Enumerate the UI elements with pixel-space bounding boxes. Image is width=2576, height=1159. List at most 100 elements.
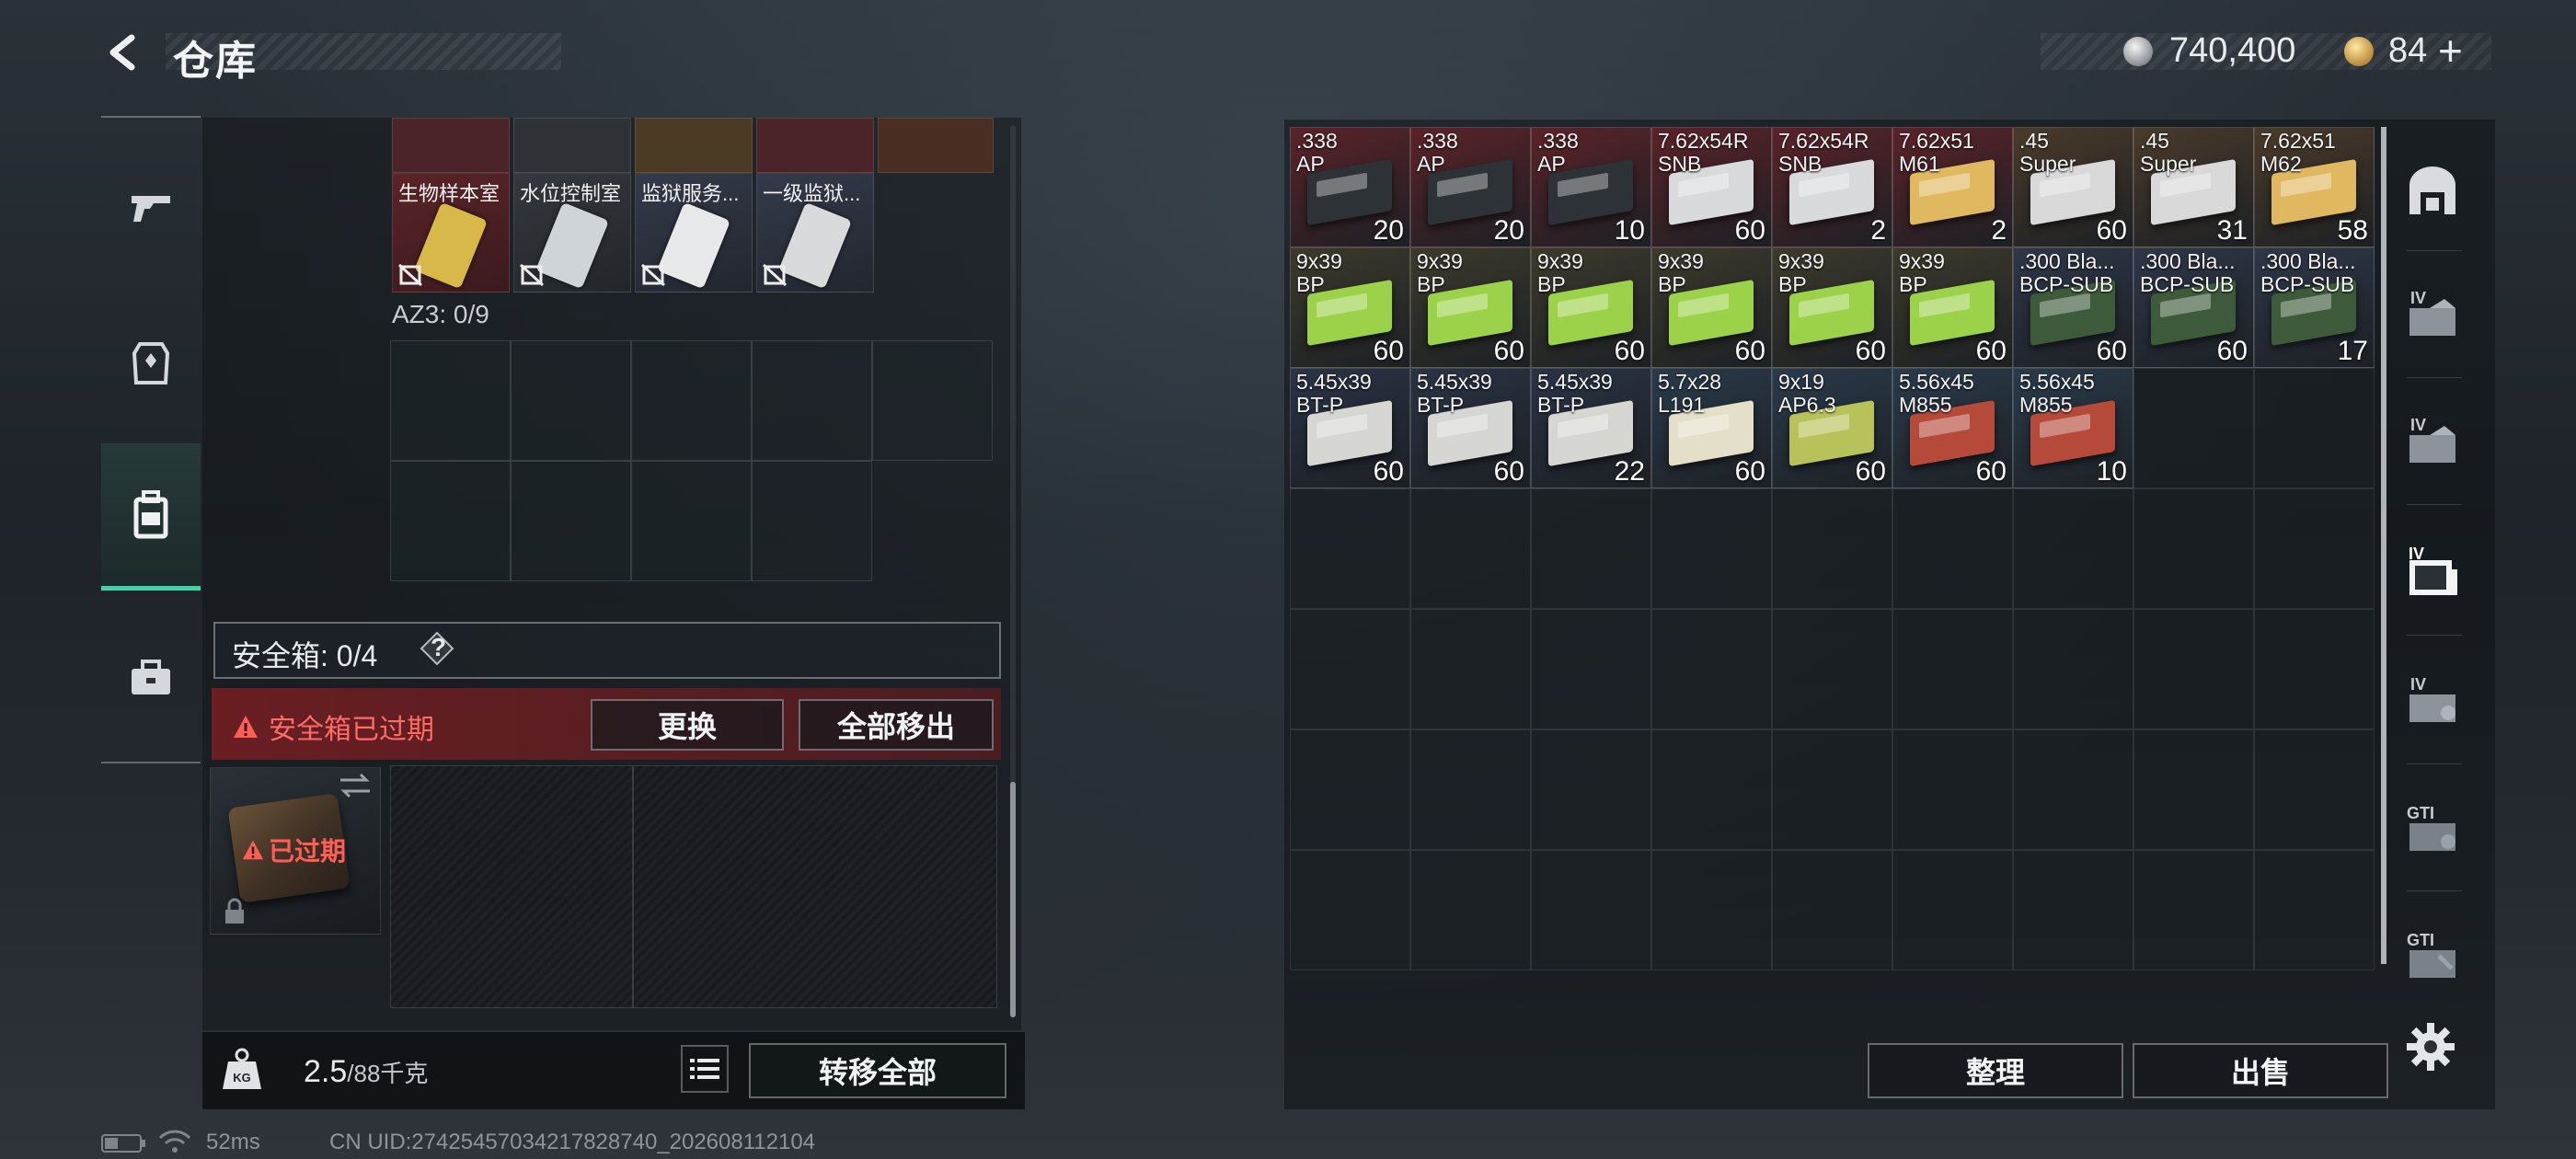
ammo-item[interactable]: 7.62x54R SNB 2	[1772, 127, 1892, 247]
ammo-item[interactable]: 5.56x45 M855 10	[2013, 368, 2133, 488]
ammo-item[interactable]: .45 Super 60	[2013, 127, 2133, 247]
ammo-item[interactable]: 7.62x51 M61 2	[1892, 127, 2013, 247]
ammo-item[interactable]: 9x19 AP6.3 60	[1772, 368, 1892, 488]
grid-slot[interactable]	[752, 340, 872, 461]
ammo-item[interactable]: .338 AP 20	[1410, 127, 1531, 247]
left-scrollbar-thumb[interactable]	[1010, 782, 1016, 1017]
move-all-out-button[interactable]: 全部移出	[799, 699, 994, 751]
grid-slot[interactable]	[631, 461, 752, 581]
stash-slot[interactable]	[1892, 850, 2013, 970]
stash-slot[interactable]	[2254, 850, 2375, 970]
ammo-item[interactable]: .300 Bla... BCP-SUB 60	[2013, 247, 2133, 368]
stash-slot[interactable]	[1651, 850, 1772, 970]
stash-slot[interactable]	[2133, 850, 2254, 970]
stash-slot[interactable]	[1290, 729, 1410, 850]
stash-tab-gti-1[interactable]: GTI	[2396, 778, 2469, 879]
stash-slot[interactable]	[1531, 609, 1651, 729]
stash-tab-iv-2[interactable]: IV	[2396, 390, 2469, 491]
key-slot-partial[interactable]	[756, 118, 874, 173]
grid-slot[interactable]	[390, 461, 511, 581]
swap-icon[interactable]	[337, 771, 374, 800]
safe-box-slot[interactable]	[633, 765, 997, 1008]
grid-slot[interactable]	[631, 340, 752, 461]
grid-slot[interactable]	[872, 340, 993, 461]
add-currency-button[interactable]: +	[2438, 26, 2463, 75]
ammo-item[interactable]: .338 AP 10	[1531, 127, 1651, 247]
settings-gear-icon[interactable]	[2405, 1021, 2456, 1073]
stash-slot[interactable]	[1772, 609, 1892, 729]
key-item[interactable]: 监狱服务...	[635, 173, 753, 293]
ammo-item[interactable]: 9x39 BP 60	[1651, 247, 1772, 368]
help-icon[interactable]: ?	[420, 631, 454, 666]
back-button[interactable]	[99, 28, 149, 77]
stash-slot[interactable]	[2013, 609, 2133, 729]
replace-button[interactable]: 更换	[591, 699, 784, 751]
stash-slot[interactable]	[1531, 729, 1651, 850]
ammo-item[interactable]: 9x39 BP 60	[1410, 247, 1531, 368]
stash-slot[interactable]	[2254, 609, 2375, 729]
key-slot-partial[interactable]	[392, 118, 510, 173]
key-item[interactable]: 水位控制室	[513, 173, 631, 293]
list-view-button[interactable]	[681, 1045, 729, 1093]
stash-tab-iv-4[interactable]: IV	[2396, 649, 2469, 751]
sort-button[interactable]: 整理	[1868, 1043, 2123, 1098]
key-slot-partial[interactable]	[878, 118, 994, 173]
nav-backpack[interactable]	[101, 443, 201, 591]
key-slot-partial[interactable]	[513, 118, 631, 173]
stash-tab-vault[interactable]	[2396, 140, 2469, 241]
stash-slot[interactable]	[1531, 850, 1651, 970]
key-item[interactable]: 生物样本室	[392, 173, 510, 293]
ammo-item[interactable]: 9x39 BP 60	[1892, 247, 2013, 368]
stash-slot[interactable]	[1410, 488, 1531, 609]
grid-slot[interactable]	[511, 340, 631, 461]
sell-button[interactable]: 出售	[2133, 1043, 2388, 1098]
ammo-item[interactable]: .300 Bla... BCP-SUB 60	[2133, 247, 2254, 368]
stash-slot[interactable]	[2133, 488, 2254, 609]
stash-slot[interactable]	[1892, 729, 2013, 850]
grid-slot[interactable]	[752, 461, 872, 581]
ammo-item[interactable]: .300 Bla... BCP-SUB 17	[2254, 247, 2375, 368]
stash-slot[interactable]	[2254, 488, 2375, 609]
stash-slot[interactable]	[1892, 488, 2013, 609]
stash-slot[interactable]	[1410, 609, 1531, 729]
ammo-item[interactable]: 5.56x45 M855 60	[1892, 368, 2013, 488]
nav-armor[interactable]	[101, 304, 201, 423]
nav-weapons[interactable]	[101, 147, 201, 267]
grid-slot[interactable]	[390, 340, 511, 461]
stash-tab-iv-1[interactable]: IV	[2396, 263, 2469, 364]
stash-tab-gti-2[interactable]: GTI	[2396, 905, 2469, 1006]
stash-slot[interactable]	[1410, 850, 1531, 970]
stash-slot[interactable]	[1290, 488, 1410, 609]
ammo-item[interactable]: 9x39 BP 60	[1531, 247, 1651, 368]
stash-slot[interactable]	[1772, 488, 1892, 609]
stash-slot[interactable]	[1651, 488, 1772, 609]
key-item[interactable]: 一级监狱...	[756, 173, 874, 293]
ammo-item[interactable]: 9x39 BP 60	[1290, 247, 1410, 368]
ammo-item[interactable]: 5.45x39 BT-P 60	[1410, 368, 1531, 488]
stash-slot[interactable]	[2133, 368, 2254, 488]
stash-slot[interactable]	[2133, 729, 2254, 850]
stash-slot[interactable]	[1651, 729, 1772, 850]
stash-slot[interactable]	[1410, 729, 1531, 850]
ammo-item[interactable]: 7.62x54R SNB 60	[1651, 127, 1772, 247]
ammo-item[interactable]: .45 Super 31	[2133, 127, 2254, 247]
ammo-item[interactable]: .338 AP 20	[1290, 127, 1410, 247]
ammo-item[interactable]: 5.45x39 BT-P 60	[1290, 368, 1410, 488]
ammo-item[interactable]: 9x39 BP 60	[1772, 247, 1892, 368]
stash-scrollbar-thumb[interactable]	[2381, 127, 2386, 964]
stash-slot[interactable]	[2133, 609, 2254, 729]
ammo-item[interactable]: 5.45x39 BT-P 22	[1531, 368, 1651, 488]
stash-slot[interactable]	[1290, 609, 1410, 729]
grid-slot[interactable]	[511, 461, 631, 581]
stash-slot[interactable]	[1892, 609, 2013, 729]
ammo-item[interactable]: 5.7x28 L191 60	[1651, 368, 1772, 488]
stash-slot[interactable]	[2013, 850, 2133, 970]
ammo-item[interactable]: 7.62x51 M62 58	[2254, 127, 2375, 247]
stash-slot[interactable]	[1772, 850, 1892, 970]
stash-slot[interactable]	[1772, 729, 1892, 850]
stash-slot[interactable]	[1651, 609, 1772, 729]
stash-slot[interactable]	[2254, 368, 2375, 488]
safe-box-slot[interactable]	[390, 765, 633, 1008]
stash-slot[interactable]	[1531, 488, 1651, 609]
stash-slot[interactable]	[2013, 488, 2133, 609]
